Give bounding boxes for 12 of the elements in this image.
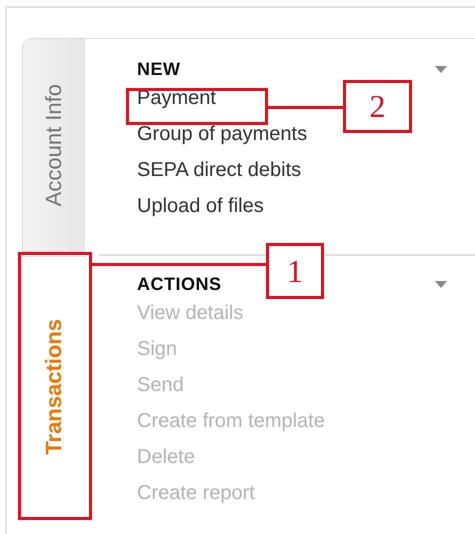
menu-item[interactable]: Upload of files bbox=[137, 188, 264, 224]
side-tab[interactable]: Transactions bbox=[22, 256, 85, 518]
caret-icon[interactable] bbox=[435, 281, 447, 288]
menu-item[interactable]: SEPA direct debits bbox=[137, 152, 302, 188]
side-tab[interactable]: Account Info bbox=[22, 38, 85, 252]
section-heading: ACTIONS bbox=[137, 274, 222, 295]
callout-label: 2 bbox=[343, 80, 412, 133]
section-heading: NEW bbox=[137, 59, 180, 80]
caret-icon[interactable] bbox=[435, 66, 447, 73]
menu-item[interactable]: Payment bbox=[137, 80, 216, 116]
menu-item[interactable]: Group of payments bbox=[137, 116, 308, 152]
callout-label: 1 bbox=[266, 243, 324, 299]
